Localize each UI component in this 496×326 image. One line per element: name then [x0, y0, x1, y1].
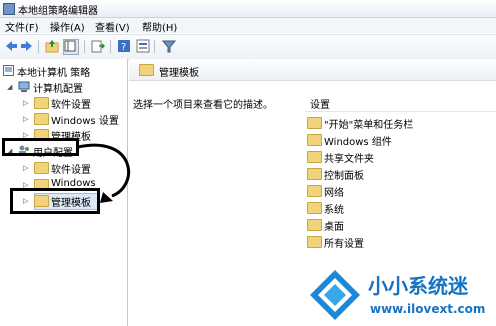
- watermark: 小小系统迷 www.ilovext.com: [300, 262, 496, 326]
- watermark-logo-icon: [310, 270, 360, 320]
- watermark-url: www.ilovext.com: [370, 302, 486, 316]
- watermark-brand: 小小系统迷: [368, 274, 468, 298]
